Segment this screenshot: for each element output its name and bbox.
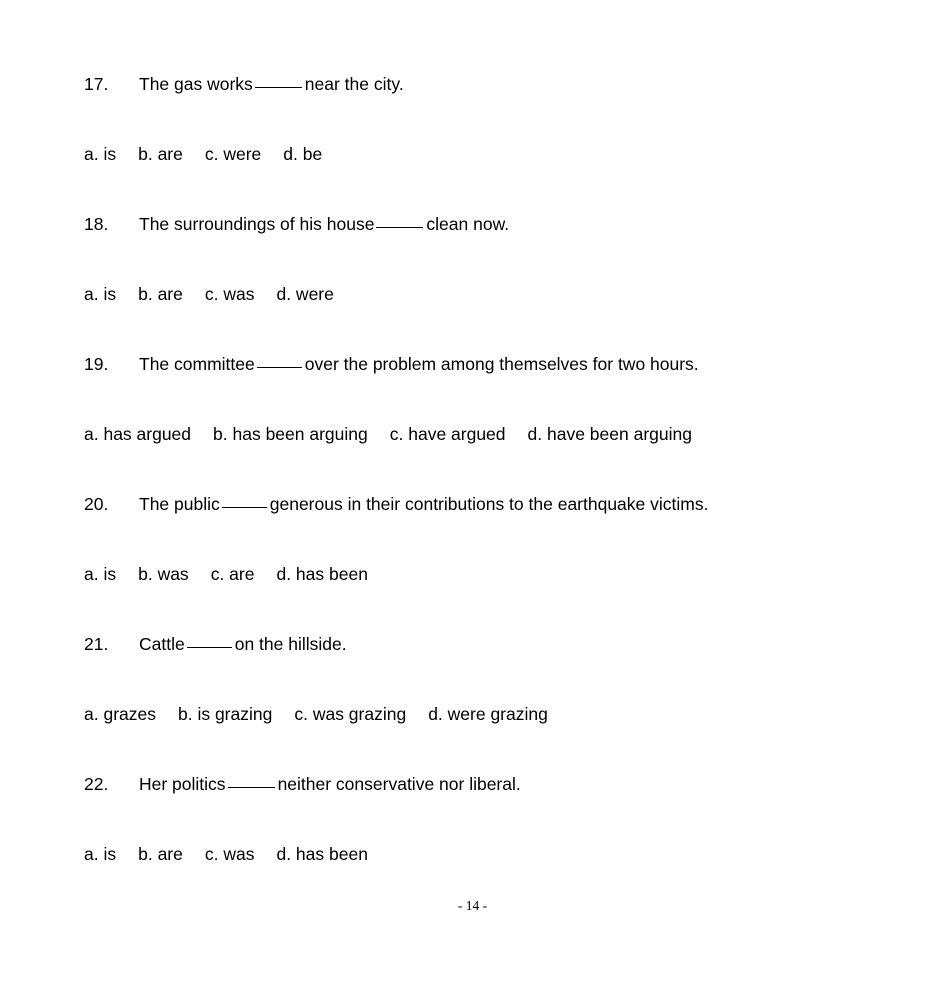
answer-blank[interactable] xyxy=(186,647,232,648)
option-b[interactable]: b. are xyxy=(138,845,183,864)
option-b[interactable]: b. has been arguing xyxy=(213,425,368,444)
question-number: 21. xyxy=(84,634,109,654)
options-line: a. is b. are c. was d. were xyxy=(84,272,905,342)
question-line: 18. The surroundings of his house clean n… xyxy=(84,202,905,272)
questions-container: 17. The gas works near the city. a. is b.… xyxy=(84,62,905,902)
option-d[interactable]: d. be xyxy=(283,145,322,164)
question-text-before: Her politics xyxy=(139,774,226,794)
option-c[interactable]: c. are xyxy=(211,565,255,584)
options-line: a. is b. are c. were d. be xyxy=(84,132,905,202)
question-text: The surroundings of his house clean now. xyxy=(139,214,510,234)
question-number: 17. xyxy=(84,74,109,94)
option-b[interactable]: b. was xyxy=(138,565,189,584)
option-b[interactable]: b. are xyxy=(138,285,183,304)
answer-blank[interactable] xyxy=(254,87,302,88)
answer-blank[interactable] xyxy=(256,367,302,368)
question-block: 19. The committee over the problem among … xyxy=(84,342,905,482)
options-line: a. grazes b. is grazing c. was grazing d… xyxy=(84,692,905,762)
question-line: 21. Cattle on the hillside. xyxy=(84,622,905,692)
option-a[interactable]: a. is xyxy=(84,845,116,864)
question-block: 20. The public generous in their contribu… xyxy=(84,482,905,622)
option-c[interactable]: c. was xyxy=(205,845,255,864)
options-line: a. is b. are c. was d. has been xyxy=(84,832,905,902)
page-number-footer: - 14 - xyxy=(457,898,488,913)
option-a[interactable]: a. is xyxy=(84,145,116,164)
question-number: 18. xyxy=(84,214,109,234)
question-text-after: generous in their contributions to the e… xyxy=(269,494,709,514)
option-d[interactable]: d. have been arguing xyxy=(528,425,692,444)
option-a[interactable]: a. has argued xyxy=(84,425,191,444)
worksheet-page: 17. The gas works near the city. a. is b.… xyxy=(0,0,945,983)
question-text: The committee over the problem among them… xyxy=(139,354,699,374)
option-c[interactable]: c. have argued xyxy=(390,425,506,444)
options-line: a. is b. was c. are d. has been xyxy=(84,552,905,622)
option-c[interactable]: c. were xyxy=(205,145,261,164)
option-d[interactable]: d. were grazing xyxy=(428,705,548,724)
question-text-before: The committee xyxy=(139,354,255,374)
question-text-after: clean now. xyxy=(426,214,510,234)
option-d[interactable]: d. were xyxy=(276,285,333,304)
answer-blank[interactable] xyxy=(376,227,424,228)
question-text: Her politics neither conservative nor lib… xyxy=(139,774,521,794)
option-b[interactable]: b. is grazing xyxy=(178,705,272,724)
question-number: 22. xyxy=(84,774,109,794)
option-a[interactable]: a. is xyxy=(84,565,116,584)
option-d[interactable]: d. has been xyxy=(276,845,367,864)
answer-blank[interactable] xyxy=(221,507,267,508)
option-d[interactable]: d. has been xyxy=(276,565,367,584)
answer-blank[interactable] xyxy=(227,787,275,788)
question-block: 22. Her politics neither conservative nor… xyxy=(84,762,905,902)
question-text-after: on the hillside. xyxy=(234,634,347,654)
question-text: The public generous in their contribution… xyxy=(139,494,709,514)
question-text: The gas works near the city. xyxy=(139,74,404,94)
question-text-after: near the city. xyxy=(304,74,404,94)
question-number: 19. xyxy=(84,354,109,374)
question-text-before: The surroundings of his house xyxy=(139,214,375,234)
option-c[interactable]: c. was grazing xyxy=(294,705,406,724)
question-text-before: The public xyxy=(139,494,220,514)
question-text-before: Cattle xyxy=(139,634,185,654)
option-a[interactable]: a. grazes xyxy=(84,705,156,724)
question-block: 17. The gas works near the city. a. is b.… xyxy=(84,62,905,202)
question-number: 20. xyxy=(84,494,109,514)
question-text-after: neither conservative nor liberal. xyxy=(277,774,521,794)
question-block: 18. The surroundings of his house clean n… xyxy=(84,202,905,342)
question-line: 19. The committee over the problem among … xyxy=(84,342,905,412)
options-line: a. has argued b. has been arguing c. hav… xyxy=(84,412,905,482)
question-text-after: over the problem among themselves for tw… xyxy=(304,354,699,374)
option-b[interactable]: b. are xyxy=(138,145,183,164)
option-a[interactable]: a. is xyxy=(84,285,116,304)
question-line: 17. The gas works near the city. xyxy=(84,62,905,132)
option-c[interactable]: c. was xyxy=(205,285,255,304)
question-block: 21. Cattle on the hillside. a. grazes b. … xyxy=(84,622,905,762)
question-text: Cattle on the hillside. xyxy=(139,634,347,654)
question-line: 22. Her politics neither conservative nor… xyxy=(84,762,905,832)
question-text-before: The gas works xyxy=(139,74,253,94)
question-line: 20. The public generous in their contribu… xyxy=(84,482,905,552)
